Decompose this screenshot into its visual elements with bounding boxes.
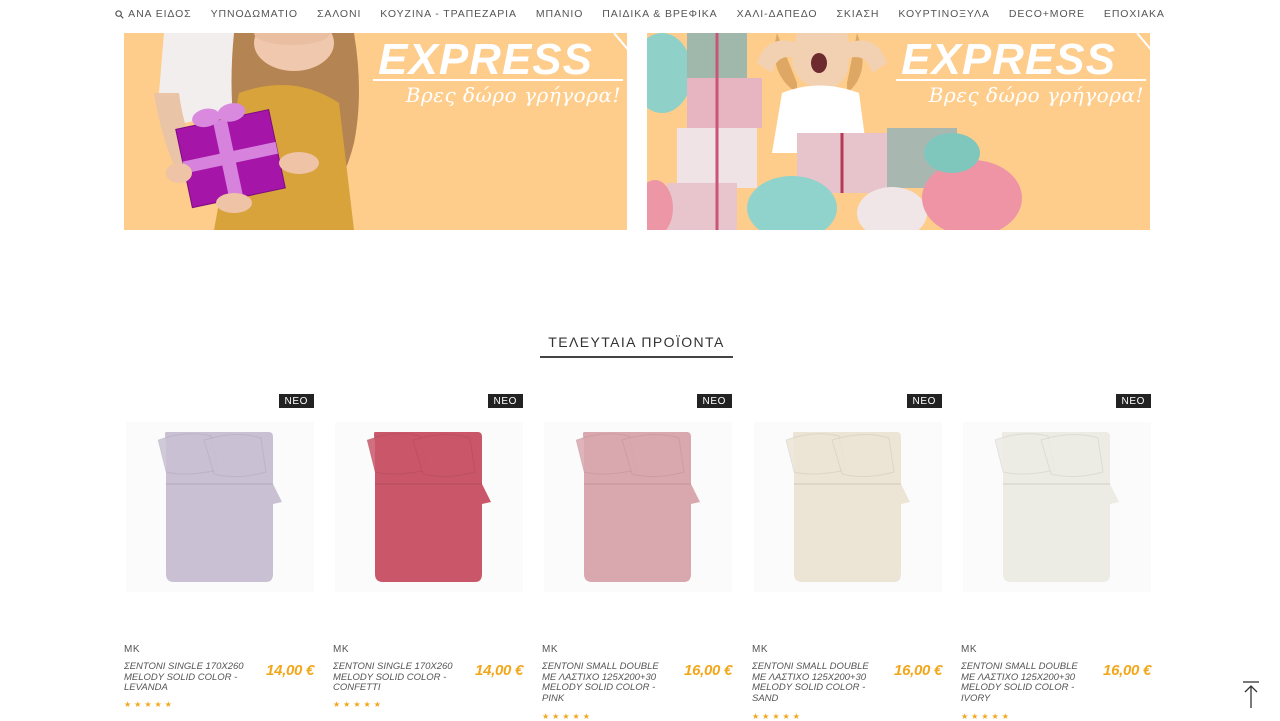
nav-item-label: ΣΑΛΟΝΙ	[316, 8, 362, 20]
product-image[interactable]	[754, 422, 942, 592]
nav-item-kouzina[interactable]: ΚΟΥΖΙΝΑ - ΤΡΑΠΕΖΑΡΙΑ	[380, 8, 517, 20]
product-image[interactable]	[963, 422, 1151, 592]
product-name[interactable]: ΣΕΝΤΟΝΙ SINGLE 170X260 MELODY SOLID COLO…	[124, 661, 256, 694]
new-badge: ΝΕΟ	[906, 394, 942, 408]
product-rating-stars: ★★★★★	[124, 700, 175, 709]
nav-item-mpanio[interactable]: ΜΠΑΝΙΟ	[536, 8, 583, 20]
new-badge: ΝΕΟ	[696, 394, 732, 408]
back-to-top-button[interactable]	[1241, 680, 1261, 710]
nav-item-label: ΥΠΝΟΔΩΜΑΤΙΟ	[210, 8, 298, 20]
product-card[interactable]: ΝΕΟ MK ΣΕΝΤΟΝΙ SMALL DOUBLE ΜΕ ΛΑΣΤΙΧΟ 1…	[752, 392, 942, 721]
express-gift-banner-left[interactable]: EXPRESS Βρες δώρο γρήγορα!	[124, 33, 627, 230]
product-name[interactable]: ΣΕΝΤΟΝΙ SMALL DOUBLE ΜΕ ΛΑΣΤΙΧΟ 125X200+…	[752, 661, 884, 704]
nav-item-skiasi[interactable]: ΣΚΙΑΣΗ	[836, 8, 879, 20]
nav-item-epoxiaka[interactable]: ΕΠΟΧΙΑΚΑ	[1104, 8, 1165, 20]
product-name[interactable]: ΣΕΝΤΟΝΙ SMALL DOUBLE ΜΕ ΛΑΣΤΙΧΟ 125X200+…	[961, 661, 1093, 704]
product-card[interactable]: ΝΕΟ MK ΣΕΝΤΟΝΙ SMALL DOUBLE ΜΕ ΛΑΣΤΙΧΟ 1…	[961, 392, 1151, 721]
nav-item-saloni[interactable]: ΣΑΛΟΝΙ	[317, 8, 361, 20]
nav-item-label: ΑΝΑ ΕΙΔΟΣ	[128, 8, 192, 20]
product-price: 16,00 €	[684, 662, 732, 679]
nav-item-label: ΕΠΟΧΙΑΚΑ	[1103, 8, 1165, 20]
express-gift-banner-right[interactable]: EXPRESS Βρες δώρο γρήγορα!	[647, 33, 1150, 230]
arrow-up-icon	[1243, 681, 1259, 708]
product-name[interactable]: ΣΕΝΤΟΝΙ SINGLE 170X260 MELODY SOLID COLO…	[333, 661, 465, 694]
product-price: 14,00 €	[266, 662, 314, 679]
product-brand: MK	[124, 644, 141, 655]
banner-tagline: Βρες δώρο γρήγορα!	[928, 83, 1144, 107]
main-navigation: ΑΝΑ ΕΙΔΟΣ ΥΠΝΟΔΩΜΑΤΙΟ ΣΑΛΟΝΙ ΚΟΥΖΙΝΑ - Τ…	[0, 0, 1280, 28]
product-brand: MK	[961, 644, 978, 655]
product-price: 16,00 €	[894, 662, 942, 679]
banner-title: EXPRESS	[901, 35, 1116, 84]
product-brand: MK	[542, 644, 559, 655]
nav-item-kourtinoxyla[interactable]: ΚΟΥΡΤΙΝΟΞΥΛΑ	[898, 8, 989, 20]
section-title-underline	[540, 356, 733, 358]
nav-item-label: ΜΠΑΝΙΟ	[535, 8, 584, 20]
nav-item-label: ΧΑΛΙ-ΔΑΠΕΔΟ	[736, 8, 818, 20]
product-image[interactable]	[335, 422, 523, 592]
product-image[interactable]	[544, 422, 732, 592]
product-name[interactable]: ΣΕΝΤΟΝΙ SMALL DOUBLE ΜΕ ΛΑΣΤΙΧΟ 125X200+…	[542, 661, 674, 704]
nav-item-xali[interactable]: ΧΑΛΙ-ΔΑΠΕΔΟ	[737, 8, 818, 20]
search-icon	[115, 9, 124, 19]
nav-item-label: ΚΟΥΖΙΝΑ - ΤΡΑΠΕΖΑΡΙΑ	[380, 8, 517, 20]
section-title: ΤΕΛΕΥΤΑΙΑ ΠΡΟΪΟΝΤΑ	[548, 334, 725, 350]
product-price: 14,00 €	[475, 662, 523, 679]
product-card[interactable]: ΝΕΟ MK ΣΕΝΤΟΝΙ SINGLE 170X260 MELODY SOL…	[124, 392, 314, 720]
nav-item-label: DECO+MORE	[1008, 8, 1085, 20]
nav-item-label: ΠΑΙΔΙΚΑ & ΒΡΕΦΙΚΑ	[602, 8, 718, 20]
product-rating-stars: ★★★★★	[333, 700, 384, 709]
banner-divider	[373, 79, 623, 81]
banner-divider	[896, 79, 1146, 81]
product-card[interactable]: ΝΕΟ MK ΣΕΝΤΟΝΙ SMALL DOUBLE ΜΕ ΛΑΣΤΙΧΟ 1…	[542, 392, 732, 721]
product-price: 16,00 €	[1103, 662, 1151, 679]
product-image[interactable]	[126, 422, 314, 592]
product-brand: MK	[333, 644, 350, 655]
new-badge: ΝΕΟ	[487, 394, 523, 408]
nav-item-ypnodomatio[interactable]: ΥΠΝΟΔΩΜΑΤΙΟ	[211, 8, 298, 20]
product-card[interactable]: ΝΕΟ MK ΣΕΝΤΟΝΙ SINGLE 170X260 MELODY SOL…	[333, 392, 523, 720]
new-badge: ΝΕΟ	[1115, 394, 1151, 408]
nav-item-paidika[interactable]: ΠΑΙΔΙΚΑ & ΒΡΕΦΙΚΑ	[602, 8, 717, 20]
nav-item-deco-more[interactable]: DECO+MORE	[1009, 8, 1085, 20]
nav-item-label: ΣΚΙΑΣΗ	[836, 8, 880, 20]
product-brand: MK	[752, 644, 769, 655]
nav-item-label: ΚΟΥΡΤΙΝΟΞΥΛΑ	[898, 8, 990, 20]
banner-title: EXPRESS	[378, 35, 593, 84]
nav-item-ana-eidos[interactable]: ΑΝΑ ΕΙΔΟΣ	[115, 8, 191, 20]
banner-tagline: Βρες δώρο γρήγορα!	[405, 83, 621, 107]
new-badge: ΝΕΟ	[278, 394, 314, 408]
